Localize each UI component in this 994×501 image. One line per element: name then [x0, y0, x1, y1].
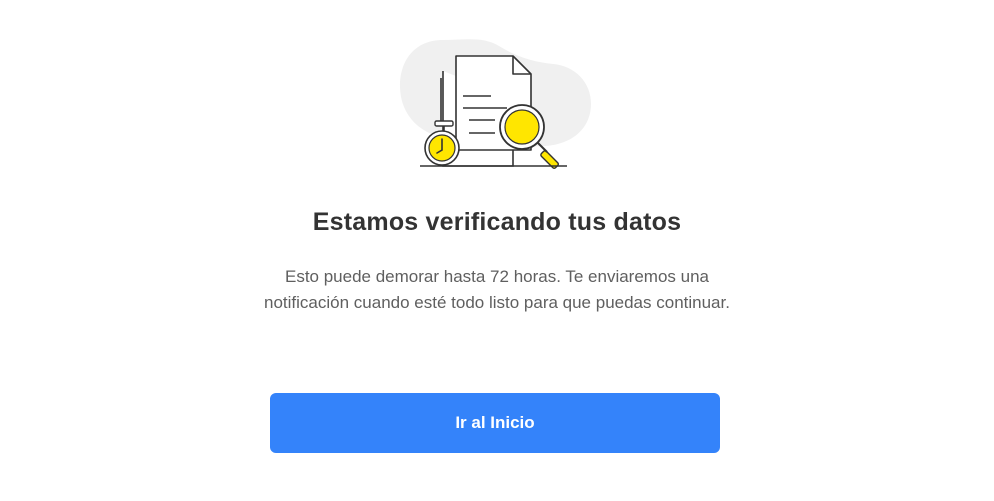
description-line-2: notificación cuando esté todo listo para… — [264, 293, 730, 312]
page-title: Estamos verificando tus datos — [312, 208, 682, 236]
verification-page: Estamos verificando tus datos Esto puede… — [0, 0, 994, 501]
verification-illustration — [395, 38, 595, 170]
description-line-1: Esto puede demorar hasta 72 horas. Te en… — [284, 267, 709, 286]
description: Esto puede demorar hasta 72 horas. Te en… — [197, 264, 797, 316]
go-home-button[interactable]: Ir al Inicio — [270, 393, 720, 453]
